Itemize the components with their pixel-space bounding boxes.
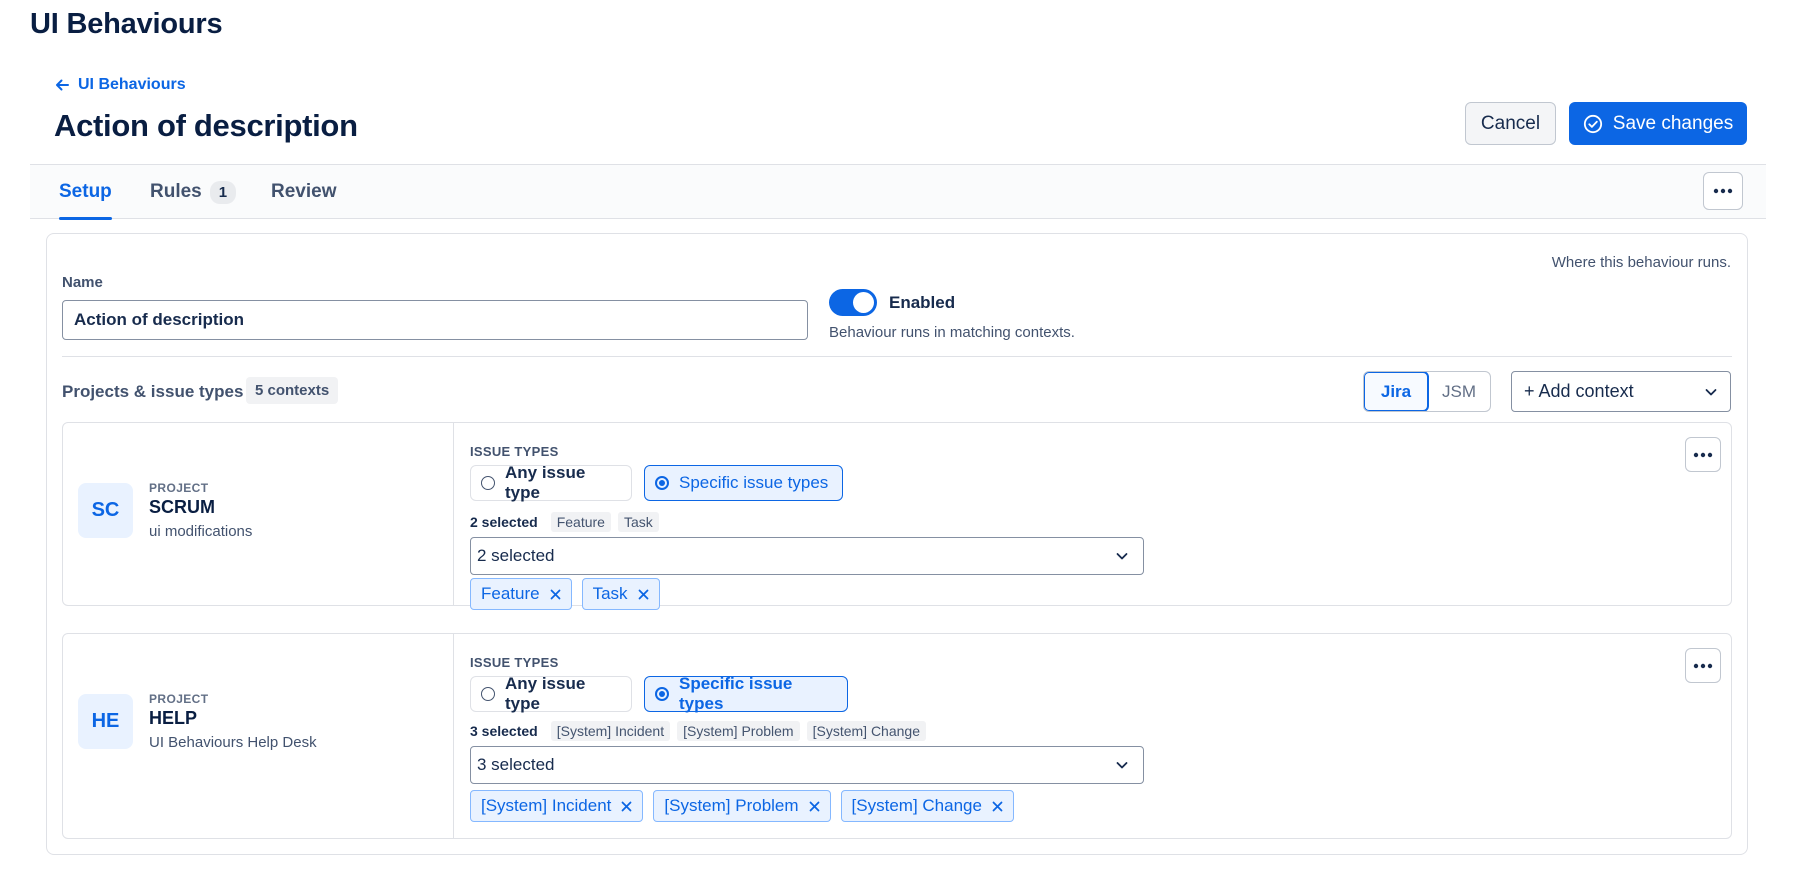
selected-pill: [System] Incident	[550, 721, 671, 741]
close-icon[interactable]	[621, 801, 632, 812]
contexts-hint: Where this behaviour runs.	[1551, 254, 1731, 271]
chevron-down-icon	[1116, 762, 1128, 769]
name-input[interactable]	[62, 300, 808, 340]
cancel-button[interactable]: Cancel	[1465, 102, 1556, 145]
issue-types-label: ISSUE TYPES	[470, 655, 559, 670]
project-avatar: HE	[78, 694, 133, 749]
more-horizontal-icon	[1693, 663, 1713, 668]
more-horizontal-icon	[1693, 452, 1713, 457]
check-circle-icon	[1583, 114, 1602, 133]
issue-type-chip: [System] Problem	[653, 790, 831, 822]
enabled-label: Enabled	[889, 293, 956, 312]
tab-rules-label: Rules	[150, 181, 202, 202]
project-kicker: PROJECT	[149, 692, 209, 706]
enabled-description: Behaviour runs in matching contexts.	[829, 324, 1075, 341]
tab-bar: Setup Rules 1 Review	[30, 164, 1766, 220]
issue-types-dropdown-value: 2 selected	[477, 546, 555, 565]
page-title: Action of description	[54, 108, 358, 143]
chip-label: [System] Problem	[664, 796, 799, 815]
any-issue-type-label: Any issue type	[505, 674, 586, 713]
project-key: SCRUM	[149, 497, 215, 517]
chip-label: Feature	[481, 584, 540, 603]
issue-types-dropdown-value: 3 selected	[477, 755, 555, 774]
tab-review-label: Review	[271, 181, 337, 202]
chip-label: Task	[592, 584, 628, 603]
app-title: UI Behaviours	[30, 8, 223, 40]
issue-type-chips: Feature Task	[470, 578, 660, 610]
tab-rules[interactable]: Rules 1	[150, 165, 237, 219]
more-horizontal-icon	[1713, 188, 1733, 194]
context-more-button[interactable]	[1685, 648, 1721, 683]
tab-setup[interactable]: Setup	[59, 165, 112, 220]
project-kicker: PROJECT	[149, 481, 209, 495]
page-more-button[interactable]	[1703, 172, 1743, 210]
radio-circle-icon	[481, 687, 495, 701]
back-link[interactable]: UI Behaviours	[54, 76, 186, 94]
source-option-jsm[interactable]: JSM	[1428, 372, 1490, 411]
projects-section-label: Projects & issue types	[62, 382, 244, 401]
back-link-label: UI Behaviours	[78, 76, 186, 93]
project-name: ui modifications	[149, 523, 253, 540]
selected-pill: [System] Problem	[677, 721, 800, 741]
issue-types-dropdown[interactable]: 2 selected	[470, 537, 1144, 575]
divider	[62, 356, 1732, 357]
chip-label: [System] Change	[851, 796, 982, 815]
issue-type-chip: [System] Incident	[470, 790, 644, 822]
chevron-down-icon	[1116, 553, 1128, 560]
selected-pill: [System] Change	[806, 721, 926, 741]
selected-count: 2 selected	[470, 514, 538, 530]
selected-summary: 2 selected Feature Task	[470, 512, 659, 532]
project-key: HELP	[149, 708, 198, 728]
any-issue-type-option[interactable]: Any issue type	[470, 674, 632, 713]
issue-type-chip: [System] Change	[840, 790, 1014, 822]
issue-type-chip: Feature	[470, 578, 572, 610]
chevron-down-icon	[1705, 388, 1717, 395]
specific-issue-types-label: Specific issue types	[679, 473, 829, 492]
source-option-jira[interactable]: Jira	[1364, 372, 1429, 411]
project-info: HE PROJECT HELP UI Behaviours Help Desk	[63, 634, 454, 838]
selected-pill: Task	[617, 512, 659, 532]
specific-issue-types-label: Specific issue types	[679, 674, 793, 713]
save-changes-label: Save changes	[1612, 112, 1734, 134]
rules-count-badge: 1	[209, 180, 237, 204]
issue-type-chips: [System] Incident [System] Problem [Syst…	[470, 790, 1014, 822]
issue-types-dropdown[interactable]: 3 selected	[470, 746, 1144, 784]
specific-issue-types-option[interactable]: Specific issue types	[644, 674, 848, 713]
setup-card: Where this behaviour runs. Name Enabled …	[46, 233, 1748, 855]
save-changes-button[interactable]: Save changes	[1569, 102, 1747, 145]
source-segmented-control: Jira JSM	[1363, 371, 1491, 412]
any-issue-type-label: Any issue type	[505, 463, 586, 502]
tab-review[interactable]: Review	[271, 165, 336, 219]
issue-types-label: ISSUE TYPES	[470, 444, 559, 459]
close-icon[interactable]	[550, 589, 561, 600]
add-context-dropdown[interactable]: + Add context	[1511, 371, 1731, 412]
selected-pill: Feature	[550, 512, 611, 532]
tab-setup-label: Setup	[59, 181, 112, 202]
chip-label: [System] Incident	[481, 796, 612, 815]
context-row: SC PROJECT SCRUM ui modifications ISSUE …	[62, 422, 1732, 610]
close-icon[interactable]	[638, 589, 649, 600]
radio-selected-icon	[655, 687, 669, 701]
close-icon[interactable]	[809, 801, 820, 812]
radio-circle-icon	[481, 476, 495, 490]
add-context-label: + Add context	[1524, 381, 1634, 401]
arrow-left-icon	[56, 79, 69, 91]
contexts-count-badge: 5 contexts	[246, 377, 339, 404]
project-info: SC PROJECT SCRUM ui modifications	[63, 423, 454, 605]
issue-type-chip: Task	[581, 578, 660, 610]
selected-count: 3 selected	[470, 723, 538, 739]
project-avatar: SC	[78, 483, 133, 538]
radio-selected-icon	[655, 476, 669, 490]
selected-summary: 3 selected [System] Incident [System] Pr…	[470, 721, 926, 741]
enabled-toggle[interactable]	[829, 289, 877, 316]
context-row: HE PROJECT HELP UI Behaviours Help Desk …	[62, 633, 1732, 839]
project-name: UI Behaviours Help Desk	[149, 734, 317, 751]
context-more-button[interactable]	[1685, 437, 1721, 472]
any-issue-type-option[interactable]: Any issue type	[470, 463, 632, 502]
close-icon[interactable]	[992, 801, 1003, 812]
name-label: Name	[62, 274, 103, 291]
specific-issue-types-option[interactable]: Specific issue types	[644, 465, 843, 501]
